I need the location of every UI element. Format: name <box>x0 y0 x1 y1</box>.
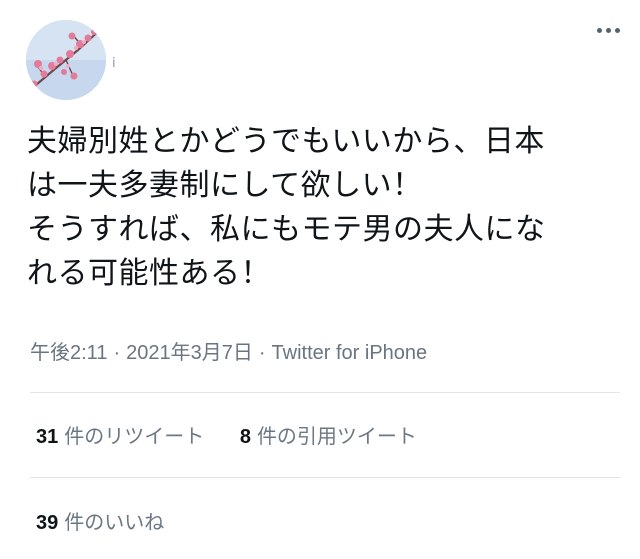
meta-separator: · <box>113 342 121 364</box>
quotes-stat[interactable]: 8 件の引用ツイート <box>240 420 417 449</box>
username[interactable]: i <box>112 56 116 72</box>
tweet-source[interactable]: Twitter for iPhone <box>272 342 428 364</box>
retweets-count: 31 <box>36 426 59 448</box>
quotes-count: 8 <box>239 426 251 448</box>
retweets-label: 件のリツイート <box>64 426 205 448</box>
more-options-icon[interactable] <box>597 28 620 33</box>
likes-label: 件のいいね <box>64 512 165 534</box>
quotes-label: 件の引用ツイート <box>256 426 417 448</box>
tweet-date[interactable]: 2021年3月7日 <box>126 342 253 364</box>
tweet-text: 夫婦別姓とかどうでもいいから、日本 は一夫多妻制にして欲しい！ そうすれば、私に… <box>27 124 546 291</box>
retweets-stat[interactable]: 31 件のリツイート <box>36 420 204 449</box>
divider <box>30 477 620 478</box>
stats-row: 31 件のリツイート 8 件の引用ツイート <box>36 420 447 449</box>
likes-row: 39 件のいいね <box>36 506 194 535</box>
likes-count: 39 <box>36 512 59 534</box>
likes-stat[interactable]: 39 件のいいね <box>36 506 164 535</box>
dot <box>606 28 611 33</box>
tweet-meta: 午後2:11 · 2021年3月7日 · Twitter for iPhone <box>30 336 427 365</box>
dot <box>615 28 620 33</box>
tweet-time[interactable]: 午後2:11 <box>30 342 107 364</box>
avatar[interactable] <box>26 20 106 100</box>
meta-separator: · <box>258 342 266 364</box>
dot <box>597 28 602 33</box>
divider <box>30 392 620 393</box>
